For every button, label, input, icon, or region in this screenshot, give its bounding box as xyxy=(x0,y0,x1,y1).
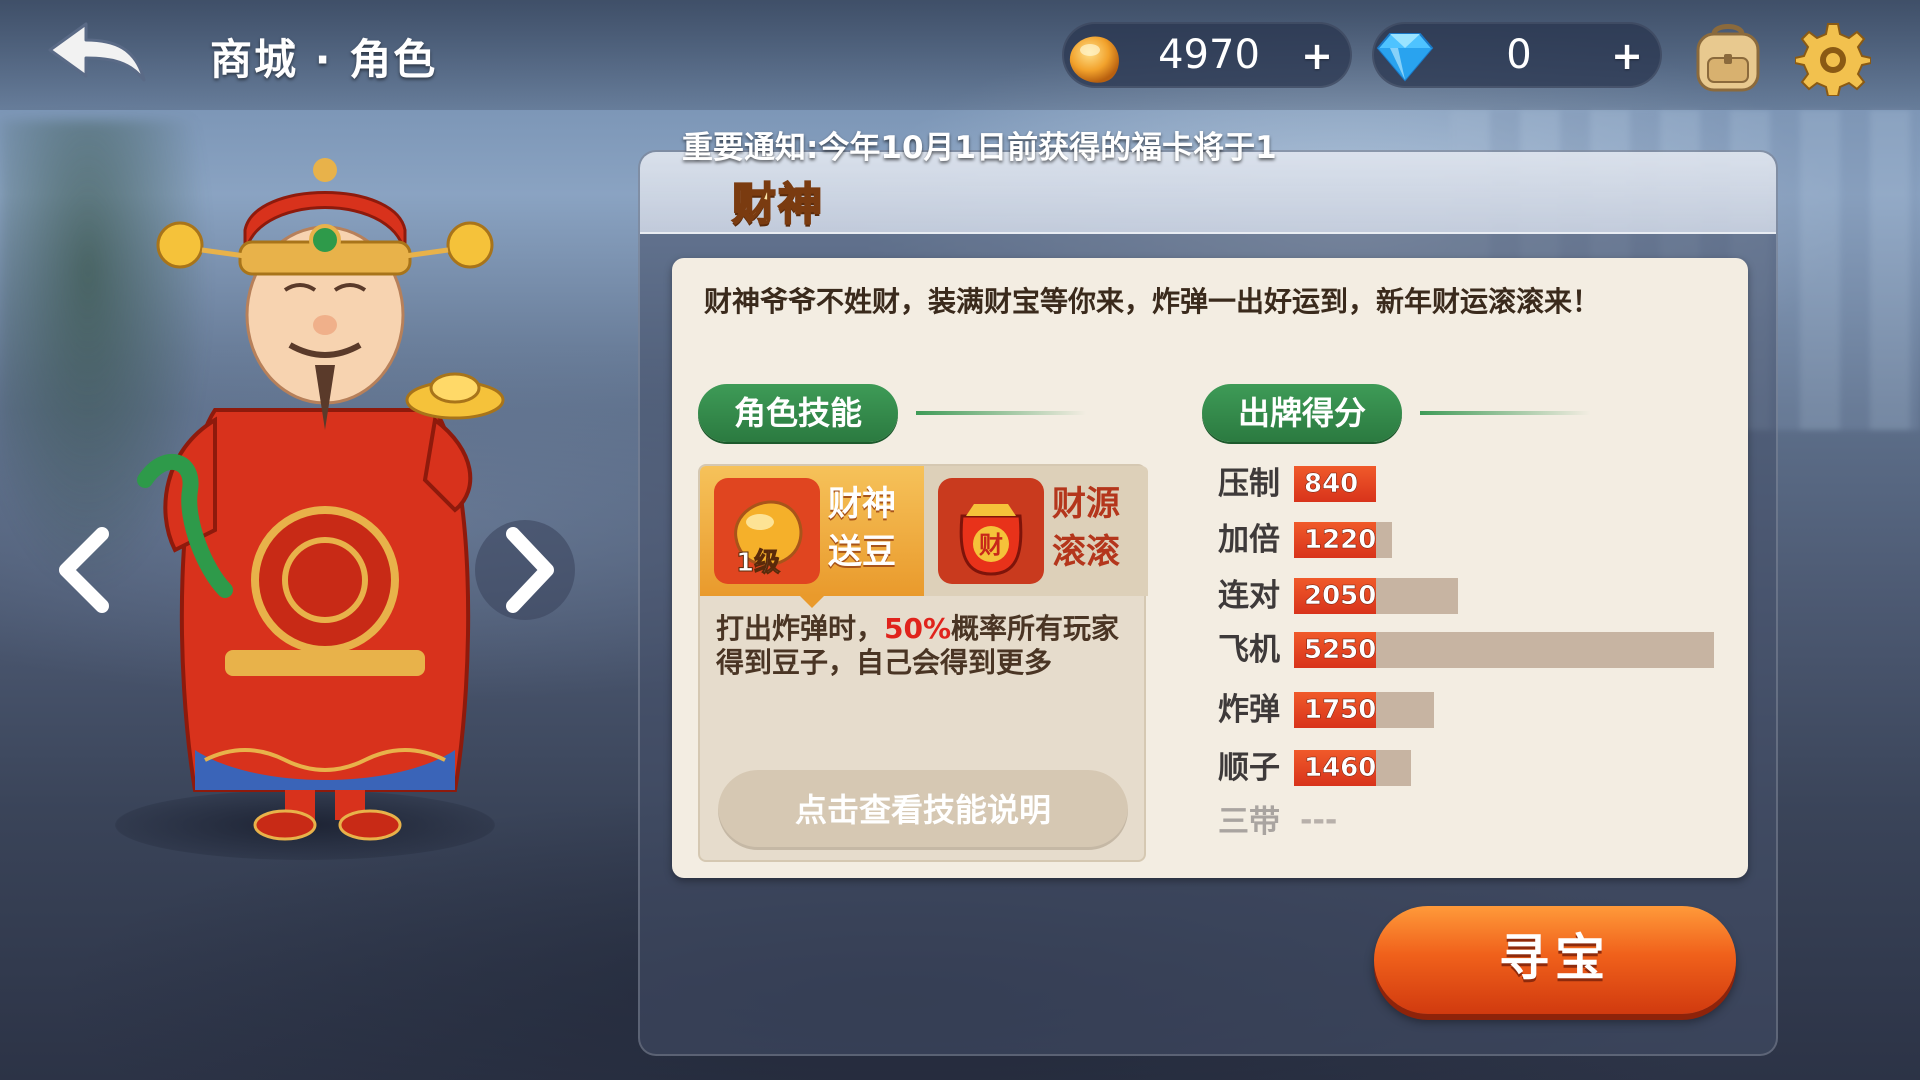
score-label: 三带 xyxy=(1218,804,1280,840)
score-bar-fill: 1750 xyxy=(1294,692,1377,728)
score-bar: 840 xyxy=(1294,466,1376,502)
svg-text:财: 财 xyxy=(979,531,1003,559)
skill-detail-highlight: 50% xyxy=(884,612,952,645)
score-bar: 1750 xyxy=(1294,692,1434,728)
score-value: --- xyxy=(1300,803,1338,838)
score-bar: 5250 xyxy=(1294,632,1714,668)
score-bar-fill: 1460 xyxy=(1294,750,1377,786)
score-label: 飞机 xyxy=(1218,632,1280,668)
score-label: 炸弹 xyxy=(1218,692,1280,728)
score-value: 840 xyxy=(1304,469,1359,500)
next-character-button[interactable] xyxy=(475,520,575,620)
score-bar: 1220 xyxy=(1294,522,1392,558)
add-gems-button[interactable]: + xyxy=(1608,37,1646,76)
character-caishen-image xyxy=(137,158,505,841)
skill-name: 财源 滚滚 xyxy=(1052,480,1132,576)
skills-tag: 角色技能 xyxy=(698,384,899,442)
score-bar-fill: 1220 xyxy=(1294,522,1377,558)
skills-box: 1级 财神 送豆 财 财源 滚滚 打出炸弹时，50%概率所有玩家得到豆子，自己会… xyxy=(698,464,1148,862)
character-info-card: 财神爷爷不姓财，装满财宝等你来，炸弹一出好运到，新年财运滚滚来！ 角色技能 出牌… xyxy=(672,258,1748,878)
skill-selected-pointer xyxy=(798,594,826,608)
backpack-icon xyxy=(1696,24,1760,92)
score-bar-fill: 5250 xyxy=(1294,632,1377,668)
gear-icon xyxy=(1794,23,1872,97)
skill-name: 财神 送豆 xyxy=(828,480,908,576)
diamond-icon xyxy=(1376,33,1434,82)
back-arrow-icon xyxy=(48,22,146,82)
skill-tab-caiyuan-gungun[interactable]: 财 财源 滚滚 xyxy=(924,466,1148,596)
score-label: 压制 xyxy=(1218,466,1280,502)
score-label: 连对 xyxy=(1218,578,1280,614)
score-value: 1750 xyxy=(1304,695,1377,726)
score-value: 1220 xyxy=(1304,525,1377,556)
gems-value: 0 xyxy=(1506,32,1532,78)
score-value: 2050 xyxy=(1304,581,1377,612)
score-row: 三带 --- xyxy=(1218,802,1738,842)
backpack-button[interactable] xyxy=(1690,18,1766,96)
skill-name-line2: 滚滚 xyxy=(1052,532,1120,572)
notice-marquee: 重要通知:今年10月1日前获得的福卡将于1 xyxy=(682,130,1277,166)
skill-name-line1: 财源 xyxy=(1052,484,1120,524)
beans-value: 4970 xyxy=(1158,32,1260,78)
chevron-right-icon xyxy=(506,527,554,613)
score-row: 连对 2050 xyxy=(1218,576,1738,616)
score-label: 加倍 xyxy=(1218,522,1280,558)
back-button[interactable] xyxy=(44,18,154,88)
bean-icon xyxy=(1069,36,1119,83)
skill-name-line1: 财神 xyxy=(828,484,896,524)
skill-tab-caishen-songdou[interactable]: 1级 财神 送豆 xyxy=(700,466,924,608)
score-bar-fill: 2050 xyxy=(1294,578,1377,614)
settings-button[interactable] xyxy=(1794,20,1872,97)
score-bar: 1460 xyxy=(1294,750,1411,786)
gems-counter: 0 + xyxy=(1372,22,1662,88)
skill-detail-before: 打出炸弹时， xyxy=(716,612,885,645)
chevron-left-icon xyxy=(59,527,109,613)
skill-detail-text: 打出炸弹时，50%概率所有玩家得到豆子，自己会得到更多 xyxy=(716,612,1126,680)
add-beans-button[interactable]: + xyxy=(1298,37,1336,76)
scores-tag-line xyxy=(1420,411,1590,415)
character-description: 财神爷爷不姓财，装满财宝等你来，炸弹一出好运到，新年财运滚滚来！ xyxy=(704,285,1601,318)
red-pouch-icon: 财 xyxy=(938,478,1044,584)
previous-character-button[interactable] xyxy=(38,520,138,620)
skills-tag-line xyxy=(916,411,1086,415)
score-bar-fill: 840 xyxy=(1294,466,1376,502)
score-row: 加倍 1220 xyxy=(1218,520,1738,560)
treasure-hunt-button[interactable]: 寻宝 xyxy=(1374,906,1736,1014)
score-row: 顺子 1460 xyxy=(1218,748,1738,788)
view-skill-description-button[interactable]: 点击查看技能说明 xyxy=(718,770,1128,850)
skill-name-line2: 送豆 xyxy=(828,532,896,572)
page-title: 商城 · 角色 xyxy=(210,35,438,84)
beans-counter: 4970 + xyxy=(1062,22,1352,88)
score-value: 5250 xyxy=(1304,635,1377,666)
score-row: 飞机 5250 xyxy=(1218,630,1738,670)
score-bar: 2050 xyxy=(1294,578,1458,614)
scores-tag: 出牌得分 xyxy=(1202,384,1403,442)
score-label: 顺子 xyxy=(1218,750,1280,786)
score-row: 压制 840 xyxy=(1218,464,1738,504)
score-row: 炸弹 1750 xyxy=(1218,690,1738,730)
skill-level: 1级 xyxy=(735,548,781,579)
character-name: 财神 xyxy=(731,178,824,231)
score-value: 1460 xyxy=(1304,753,1377,784)
